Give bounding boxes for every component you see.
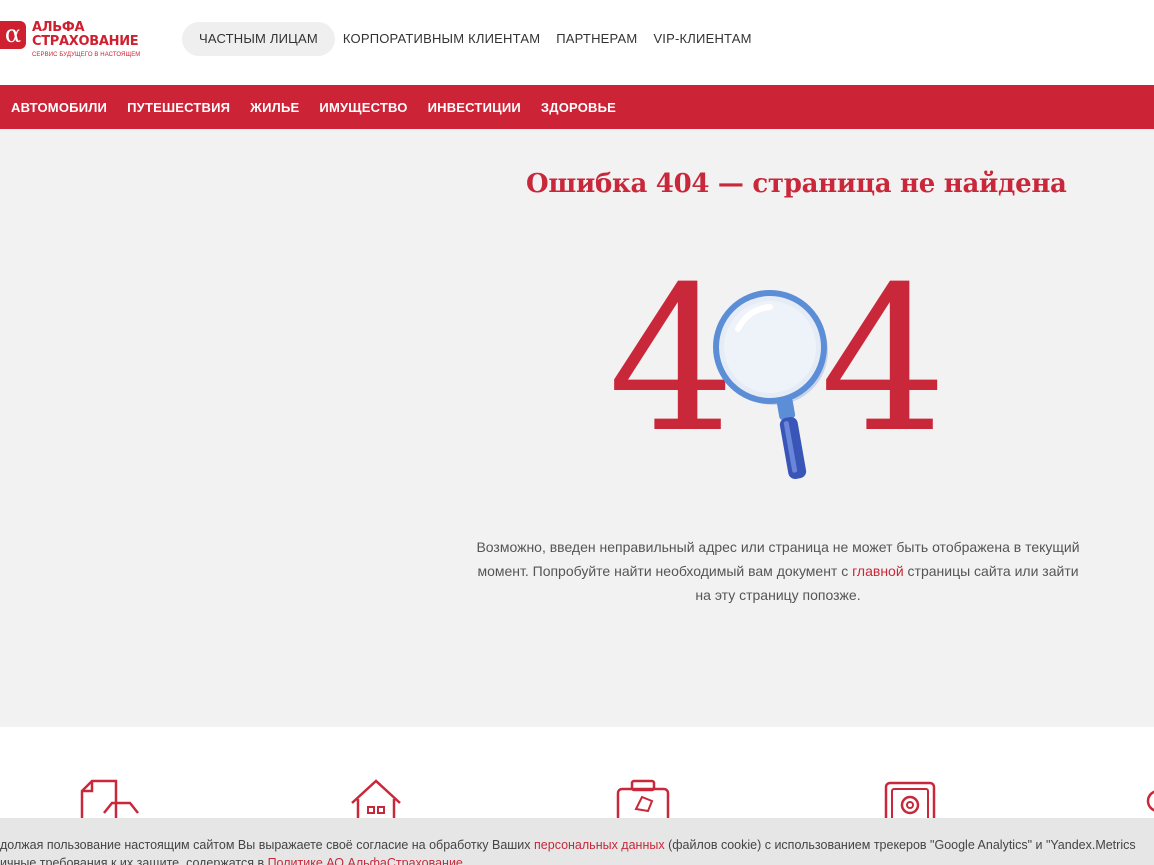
- nav-item-housing[interactable]: ЖИЛЬЕ: [250, 100, 299, 115]
- cookie-text-1a: должая пользование настоящим сайтом Вы в…: [0, 838, 535, 852]
- nav-item-auto[interactable]: АВТОМОБИЛИ: [11, 100, 107, 115]
- home-page-link[interactable]: главной: [852, 563, 904, 579]
- personal-data-link[interactable]: персональных данных: [534, 838, 665, 852]
- error-description: Возможно, введен неправильный адрес или …: [474, 535, 1082, 607]
- alfa-logo[interactable]: α АЛЬФА СТРАХОВАНИЕ СЕРВИС БУДУЩЕГО В НА…: [0, 18, 160, 62]
- segment-nav: ЧАСТНЫМ ЛИЦАМ КОРПОРАТИВНЫМ КЛИЕНТАМ ПАР…: [182, 22, 760, 56]
- nav-item-travel[interactable]: ПУТЕШЕСТВИЯ: [127, 100, 230, 115]
- 404-illustration: 4 4: [608, 261, 948, 499]
- error-section: Ошибка 404 — страница не найдена 4 4 Воз…: [0, 129, 1154, 727]
- product-nav: АВТОМОБИЛИ ПУТЕШЕСТВИЯ ЖИЛЬЕ ИМУЩЕСТВО И…: [0, 85, 1154, 129]
- magnifier-icon: [713, 290, 828, 479]
- cookie-text-1b: (файлов cookie) с использованием трекеро…: [664, 838, 1136, 852]
- nav-item-property[interactable]: ИМУЩЕСТВО: [319, 100, 407, 115]
- nav-item-health[interactable]: ЗДОРОВЬЕ: [541, 100, 616, 115]
- segment-partners[interactable]: ПАРТНЕРАМ: [548, 22, 645, 56]
- logo-text-line1: АЛЬФА: [32, 20, 85, 35]
- nav-item-investments[interactable]: ИНВЕСТИЦИИ: [428, 100, 521, 115]
- top-header: α АЛЬФА СТРАХОВАНИЕ СЕРВИС БУДУЩЕГО В НА…: [0, 0, 1154, 85]
- cookie-text-line1: должая пользование настоящим сайтом Вы в…: [0, 838, 1136, 852]
- privacy-policy-link[interactable]: Политике АО АльфаСтрахование: [268, 856, 463, 865]
- segment-private[interactable]: ЧАСТНЫМ ЛИЦАМ: [182, 22, 335, 56]
- error-title: Ошибка 404 — страница не найдена: [526, 169, 1067, 199]
- cookie-text-2a: ичные требования к их защите, содержатся…: [0, 856, 268, 865]
- cookie-text-line2: ичные требования к их защите, содержатся…: [0, 856, 463, 865]
- logo-tagline: СЕРВИС БУДУЩЕГО В НАСТОЯЩЕМ: [32, 52, 141, 58]
- segment-corporate[interactable]: КОРПОРАТИВНЫМ КЛИЕНТАМ: [335, 22, 548, 56]
- cookie-consent-bar: должая пользование настоящим сайтом Вы в…: [0, 818, 1154, 865]
- logo-text-line2: СТРАХОВАНИЕ: [32, 34, 139, 49]
- alpha-logo-icon: α: [0, 21, 26, 49]
- segment-vip[interactable]: VIP-КЛИЕНТАМ: [645, 22, 759, 56]
